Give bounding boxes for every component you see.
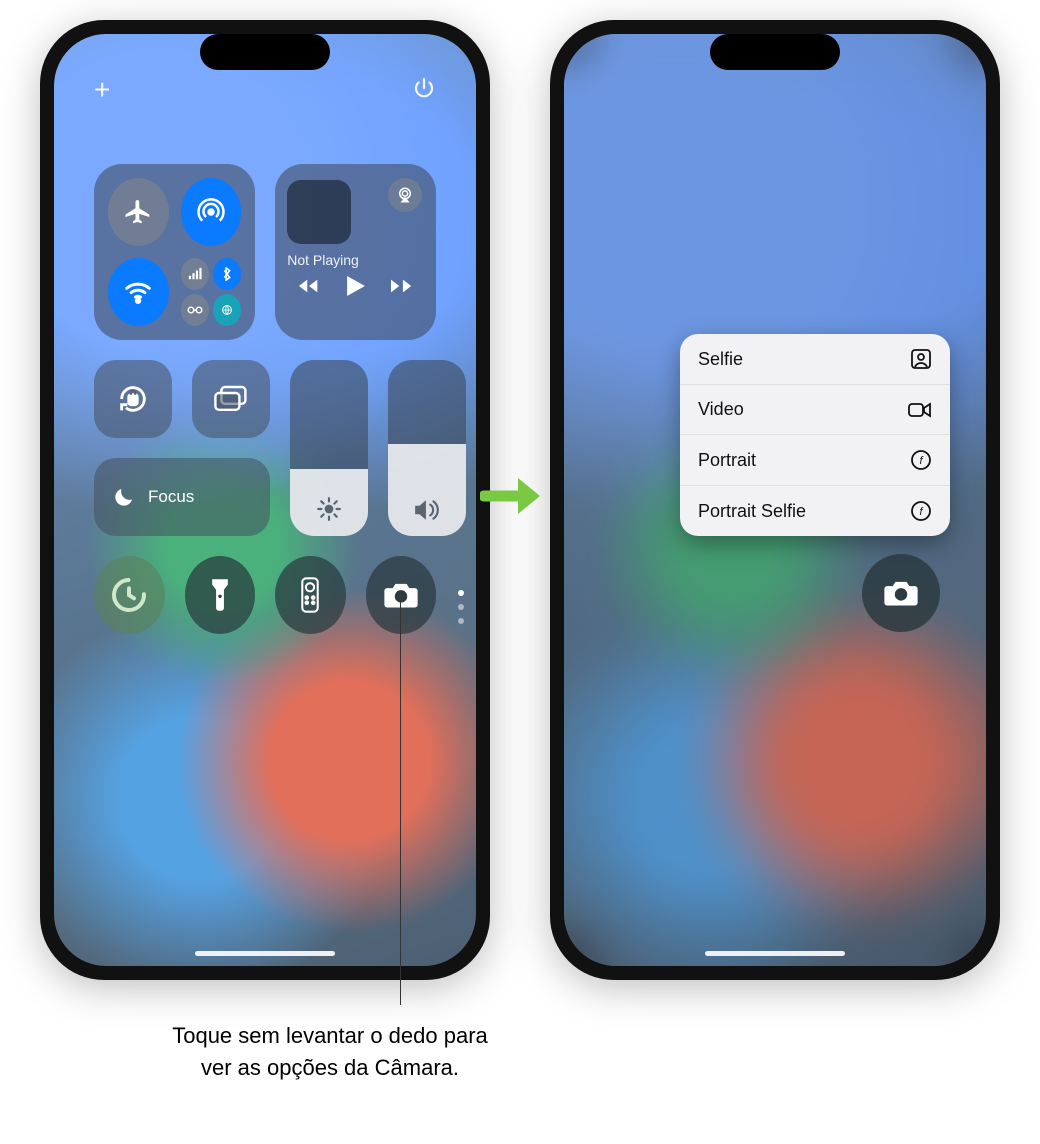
connectivity-more-cluster[interactable] [181,258,242,326]
connectivity-group[interactable] [94,164,255,340]
focus-button[interactable]: Focus [94,458,270,536]
speaker-icon [413,498,441,522]
menu-item-label: Selfie [698,349,743,370]
person-square-icon [910,348,932,370]
page-dot [458,618,464,624]
camera-menu-portrait[interactable]: Portrait f [680,435,950,486]
camera-menu-selfie[interactable]: Selfie [680,334,950,385]
sun-icon [316,496,342,522]
focus-label: Focus [148,487,194,507]
orientation-lock-toggle[interactable] [94,360,172,438]
camera-menu-portrait-selfie[interactable]: Portrait Selfie f [680,486,950,536]
screen-mirroring-button[interactable] [192,360,270,438]
control-center-screen: + [54,34,476,966]
play-button[interactable] [347,276,365,296]
airdrop-toggle[interactable] [181,178,242,246]
context-menu-screen: Selfie Video Portrait f [564,34,986,966]
airplane-mode-toggle[interactable] [108,178,169,246]
now-playing-tile[interactable]: Not Playing [275,164,436,340]
transition-arrow-icon [480,470,544,522]
sharing-icon [213,294,241,326]
iphone-right: Selfie Video Portrait f [550,20,1000,980]
airplay-button[interactable] [388,178,422,212]
page-dot [458,590,464,596]
page-dot [458,604,464,610]
callout-caption: Toque sem levantar o dedo para ver as op… [170,1020,490,1084]
svg-text:f: f [919,506,923,518]
menu-item-label: Portrait Selfie [698,501,806,522]
menu-item-label: Video [698,399,744,420]
apple-tv-remote-button[interactable] [275,556,346,634]
personal-hotspot-icon [181,294,209,326]
power-button[interactable] [412,76,436,104]
control-center-topbar: + [54,76,476,104]
media-controls [287,276,424,296]
control-center-page-dots [458,590,464,624]
rewind-button[interactable] [299,278,321,294]
bluetooth-icon [213,258,241,290]
now-playing-label: Not Playing [287,252,424,268]
timer-button[interactable] [94,556,165,634]
add-control-button[interactable]: + [94,76,110,104]
camera-menu-video[interactable]: Video [680,385,950,435]
menu-item-label: Portrait [698,450,756,471]
cellular-signal-icon [181,258,209,290]
flashlight-button[interactable] [185,556,256,634]
camera-button[interactable] [862,554,940,632]
camera-context-menu: Selfie Video Portrait f [680,334,950,536]
volume-slider[interactable] [388,360,466,536]
control-center-grid: Not Playing [94,164,436,634]
callout-leader-line [400,600,401,1005]
media-artwork [287,180,351,244]
video-camera-icon [908,401,932,419]
moon-icon [112,485,136,509]
iphone-left: + [40,20,490,980]
svg-text:f: f [919,455,923,467]
aperture-icon: f [910,500,932,522]
aperture-icon: f [910,449,932,471]
home-indicator [195,951,335,956]
dynamic-island [710,34,840,70]
wifi-toggle[interactable] [108,258,169,326]
brightness-slider[interactable] [290,360,368,536]
home-indicator [705,951,845,956]
dynamic-island [200,34,330,70]
fast-forward-button[interactable] [391,278,413,294]
